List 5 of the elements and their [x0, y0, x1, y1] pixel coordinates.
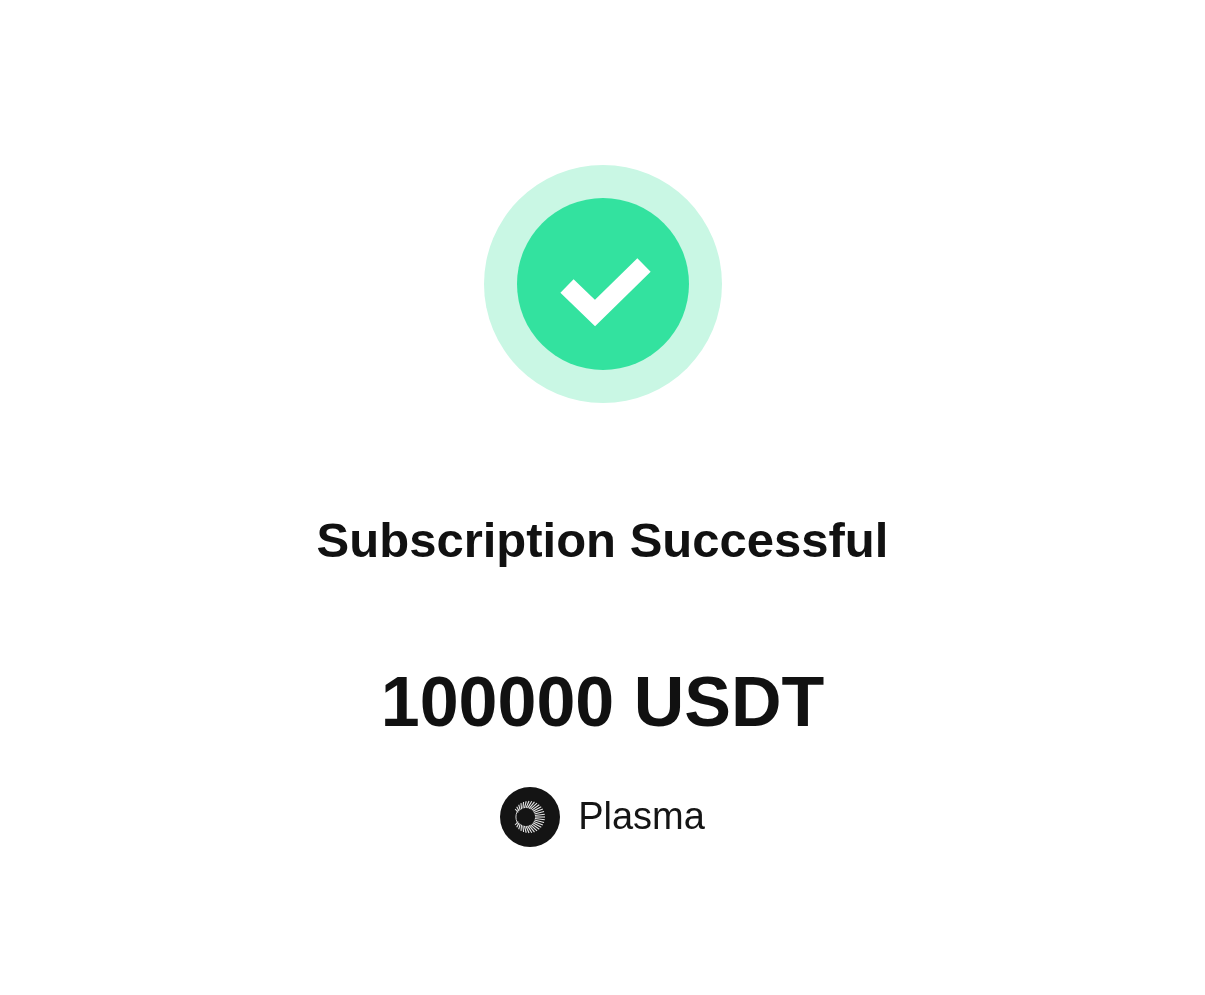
amount-text: 100000 USDT [380, 661, 825, 743]
network-name: Plasma [578, 794, 705, 839]
status-title: Subscription Successful [316, 512, 889, 569]
network-logo-icon [500, 786, 561, 847]
success-check-icon [483, 165, 722, 403]
